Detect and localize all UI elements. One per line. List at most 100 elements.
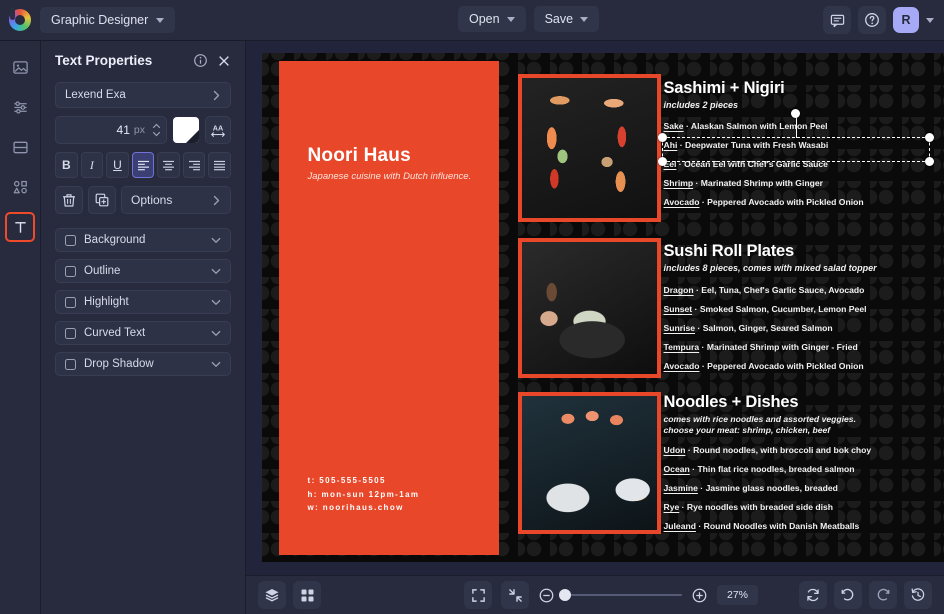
chevron-down-icon bbox=[211, 361, 221, 367]
bold-label: B bbox=[61, 158, 71, 172]
background-checkbox[interactable] bbox=[65, 234, 76, 246]
chef-plate-photo[interactable] bbox=[517, 237, 661, 378]
app-mode-menu[interactable]: Graphic Designer bbox=[40, 7, 176, 33]
accordion-label: Background bbox=[84, 234, 146, 246]
sidebar-item-layout[interactable] bbox=[5, 132, 35, 162]
design-left-panel[interactable]: Noori Haus Japanese cuisine with Dutch i… bbox=[278, 60, 499, 555]
artboard[interactable]: Noori Haus Japanese cuisine with Dutch i… bbox=[261, 52, 944, 562]
section-subtitle[interactable]: comes with rice noodles and assorted veg… bbox=[664, 414, 939, 425]
design-tagline[interactable]: Japanese cuisine with Dutch influence. bbox=[308, 171, 472, 182]
menu-item-row[interactable]: Sunrise · Salmon, Ginger, Seared Salmon bbox=[664, 323, 936, 333]
accordion-drop-shadow[interactable]: Drop Shadow bbox=[55, 352, 231, 376]
bold-button[interactable]: B bbox=[55, 152, 78, 178]
menu-item-row[interactable]: Udon · Round noodles, with broccoli and … bbox=[664, 445, 939, 455]
sushi-platter-photo[interactable] bbox=[517, 73, 661, 222]
comments-button[interactable] bbox=[823, 6, 851, 34]
menu-item-row[interactable]: Dragon · Eel, Tuna, Chef's Garlic Sauce,… bbox=[664, 285, 936, 295]
help-button[interactable] bbox=[858, 6, 886, 34]
menu-item-row[interactable]: Shrimp · Marinated Shrimp with Ginger bbox=[664, 178, 934, 188]
accordion-background[interactable]: Background bbox=[55, 228, 231, 252]
section-subtitle[interactable]: includes 8 pieces, comes with mixed sala… bbox=[664, 263, 936, 273]
contact-hours: h: mon-sun 12pm-1am bbox=[307, 489, 420, 499]
fit-screen-button[interactable] bbox=[464, 581, 492, 609]
drop-shadow-checkbox[interactable] bbox=[65, 358, 76, 370]
align-justify-button[interactable] bbox=[208, 152, 232, 178]
underline-label: U bbox=[113, 158, 122, 172]
align-left-button[interactable] bbox=[131, 152, 155, 178]
accordion-outline[interactable]: Outline bbox=[55, 259, 231, 283]
align-center-icon bbox=[163, 160, 175, 170]
text-color-swatch[interactable] bbox=[173, 117, 199, 143]
font-family-select[interactable]: Lexend Exa bbox=[55, 82, 231, 108]
outline-checkbox[interactable] bbox=[65, 265, 76, 277]
delete-button[interactable] bbox=[55, 186, 83, 214]
font-size-stepper[interactable] bbox=[152, 123, 161, 137]
menu-item-name: Sunrise bbox=[663, 322, 696, 333]
redo-button[interactable] bbox=[869, 581, 897, 609]
accordion-curved-text[interactable]: Curved Text bbox=[55, 321, 231, 345]
zoom-level-value[interactable]: 27% bbox=[717, 585, 759, 605]
grid-button[interactable] bbox=[293, 581, 321, 609]
accordion-highlight[interactable]: Highlight bbox=[55, 290, 231, 314]
sidebar-item-shapes[interactable] bbox=[5, 172, 35, 202]
undo-button[interactable] bbox=[834, 581, 862, 609]
menu-item-row[interactable]: Sake · Alaskan Salmon with Lemon Peel bbox=[664, 121, 934, 131]
menu-item-row[interactable]: Juleand · Round Noodles with Danish Meat… bbox=[664, 521, 939, 531]
sidebar-item-adjustments[interactable] bbox=[5, 92, 35, 122]
font-size-input[interactable]: 41 px bbox=[55, 116, 167, 144]
save-button[interactable]: Save bbox=[533, 6, 600, 32]
menu-item-row[interactable]: Tempura · Marinated Shrimp with Ginger -… bbox=[664, 342, 936, 352]
panel-header: Text Properties bbox=[55, 53, 231, 68]
avatar[interactable]: R bbox=[893, 7, 919, 33]
menu-item-row[interactable]: Eel · Ocean Eel with Chef's Garlic Sauce bbox=[664, 159, 934, 169]
app-logo[interactable] bbox=[0, 7, 40, 31]
menu-item-row[interactable]: Avocado · Peppered Avocado with Pickled … bbox=[664, 197, 934, 207]
sidebar-item-text[interactable] bbox=[5, 212, 35, 242]
options-button[interactable]: Options bbox=[121, 186, 231, 214]
curved-text-checkbox[interactable] bbox=[65, 327, 76, 339]
help-circle-icon bbox=[865, 13, 879, 27]
menu-separator: · bbox=[685, 120, 689, 131]
options-label: Options bbox=[131, 193, 173, 207]
section-title[interactable]: Noodles + Dishes bbox=[664, 393, 939, 412]
comment-icon bbox=[830, 14, 844, 27]
sidebar-item-image[interactable] bbox=[5, 52, 35, 82]
canvas-area[interactable]: Noori Haus Japanese cuisine with Dutch i… bbox=[246, 41, 944, 575]
menu-item-row[interactable]: Ocean · Thin flat rice noodles, breaded … bbox=[664, 464, 939, 474]
bottom-bar: 27% bbox=[246, 575, 944, 614]
noodle-bowls-photo[interactable] bbox=[517, 391, 661, 534]
zoom-out-icon[interactable] bbox=[538, 587, 555, 604]
menu-item-row[interactable]: Avocado · Peppered Avocado with Pickled … bbox=[664, 361, 936, 371]
shrink-button[interactable] bbox=[501, 581, 529, 609]
section-title[interactable]: Sashimi + Nigiri bbox=[664, 79, 934, 98]
align-center-button[interactable] bbox=[157, 152, 180, 178]
underline-button[interactable]: U bbox=[106, 152, 129, 178]
menu-item-row[interactable]: Rye · Rye noodles with breaded side dish bbox=[664, 502, 939, 512]
design-contact-block[interactable]: t: 505-555-5505 h: mon-sun 12pm-1am w: n… bbox=[308, 474, 420, 515]
open-button[interactable]: Open bbox=[458, 6, 526, 32]
align-right-button[interactable] bbox=[182, 152, 206, 178]
close-x-icon[interactable] bbox=[217, 54, 231, 68]
menu-item-row[interactable]: Jasmine · Jasmine glass noodles, breaded bbox=[664, 483, 939, 493]
menu-item-list: Sake · Alaskan Salmon with Lemon Peel Ah… bbox=[664, 121, 934, 207]
design-brand-title[interactable]: Noori Haus bbox=[308, 145, 411, 167]
info-circle-icon[interactable] bbox=[193, 53, 208, 68]
sync-button[interactable] bbox=[799, 581, 827, 609]
menu-item-row[interactable]: Ahi · Deepwater Tuna with Fresh Wasabi bbox=[664, 140, 934, 150]
account-chevron-down-icon[interactable] bbox=[926, 17, 934, 23]
zoom-slider[interactable] bbox=[559, 589, 682, 601]
section-title[interactable]: Sushi Roll Plates bbox=[664, 242, 936, 261]
highlight-checkbox[interactable] bbox=[65, 296, 76, 308]
menu-item-desc: Marinated Shrimp with Ginger bbox=[700, 177, 823, 188]
letter-spacing-button[interactable]: AA bbox=[205, 116, 231, 144]
history-button[interactable] bbox=[904, 581, 932, 609]
italic-button[interactable]: I bbox=[80, 152, 104, 178]
menu-item-name: Udon bbox=[663, 444, 686, 455]
section-subtitle-line2[interactable]: choose your meat: shrimp, chicken, beef bbox=[664, 425, 939, 436]
zoom-in-icon[interactable] bbox=[691, 587, 708, 604]
section-subtitle[interactable]: includes 2 pieces bbox=[664, 100, 934, 110]
layers-button[interactable] bbox=[258, 581, 286, 609]
menu-item-row[interactable]: Sunset · Smoked Salmon, Cucumber, Lemon … bbox=[664, 304, 936, 314]
duplicate-button[interactable] bbox=[88, 186, 116, 214]
zoom-slider-knob[interactable] bbox=[559, 589, 571, 601]
